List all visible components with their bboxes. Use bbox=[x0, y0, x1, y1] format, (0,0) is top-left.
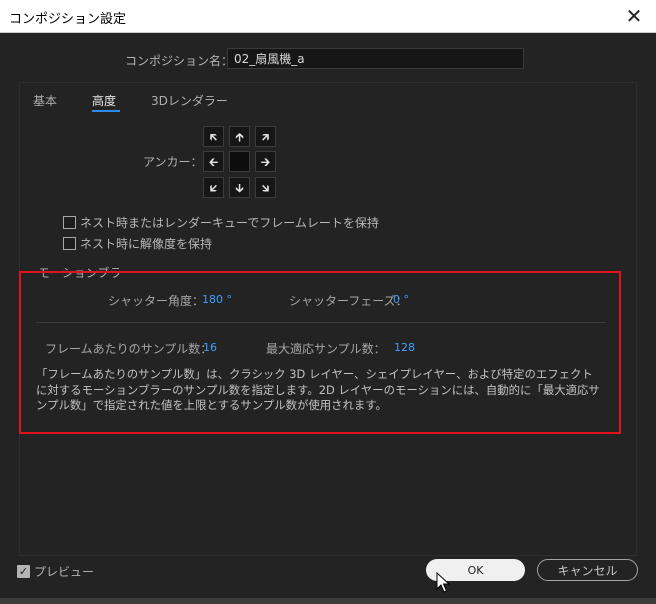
preserve-frame-rate-checkbox[interactable] bbox=[63, 216, 76, 229]
arrow-up-left-icon[interactable]: 🡴 bbox=[203, 126, 224, 147]
arrow-up-right-icon[interactable]: 🡵 bbox=[255, 126, 276, 147]
arrow-left-icon[interactable]: 🡰 bbox=[203, 151, 224, 172]
tab-advanced[interactable]: 高度 bbox=[92, 92, 116, 109]
preview-label: プレビュー bbox=[34, 565, 95, 579]
mouse-cursor-icon bbox=[436, 572, 450, 593]
preserve-resolution-option[interactable]: ネスト時に解像度を保持 bbox=[63, 235, 212, 252]
composition-name-label: コンポジション名： bbox=[125, 54, 234, 68]
arrow-down-icon[interactable]: 🡳 bbox=[229, 177, 250, 198]
tab-3d-renderer[interactable]: 3Dレンダラー bbox=[151, 92, 228, 109]
anchor-center-button[interactable] bbox=[229, 151, 250, 172]
bottom-edge bbox=[0, 598, 656, 604]
preserve-resolution-checkbox[interactable] bbox=[63, 237, 76, 250]
close-icon[interactable]: ✕ bbox=[612, 0, 656, 32]
anchor-grid: 🡴 🡱 🡵 🡰 🡲 🡷 🡳 🡶 bbox=[203, 126, 277, 198]
preserve-resolution-label: ネスト時に解像度を保持 bbox=[80, 237, 213, 251]
preserve-frame-rate-label: ネスト時またはレンダーキューでフレームレートを保持 bbox=[80, 216, 379, 230]
arrow-down-right-icon[interactable]: 🡶 bbox=[255, 177, 276, 198]
cancel-button[interactable]: キャンセル bbox=[537, 559, 638, 581]
preview-checkbox[interactable]: ✓ bbox=[17, 565, 30, 578]
composition-name-input[interactable] bbox=[227, 48, 524, 69]
tab-basic[interactable]: 基本 bbox=[33, 92, 57, 109]
arrow-down-left-icon[interactable]: 🡷 bbox=[203, 177, 224, 198]
preview-option[interactable]: ✓ プレビュー bbox=[17, 563, 94, 580]
anchor-label: アンカー： bbox=[143, 155, 203, 169]
title-bar: コンポジション設定 ✕ bbox=[0, 0, 656, 33]
composition-settings-dialog: コンポジション設定 ✕ コンポジション名： 基本 高度 3Dレンダラー アンカー… bbox=[0, 0, 656, 604]
highlight-annotation-box bbox=[19, 271, 621, 434]
arrow-up-icon[interactable]: 🡱 bbox=[229, 126, 250, 147]
active-tab-indicator bbox=[92, 110, 120, 112]
window-title: コンポジション設定 bbox=[9, 12, 127, 27]
arrow-right-icon[interactable]: 🡲 bbox=[255, 151, 276, 172]
preserve-frame-rate-option[interactable]: ネスト時またはレンダーキューでフレームレートを保持 bbox=[63, 214, 379, 231]
